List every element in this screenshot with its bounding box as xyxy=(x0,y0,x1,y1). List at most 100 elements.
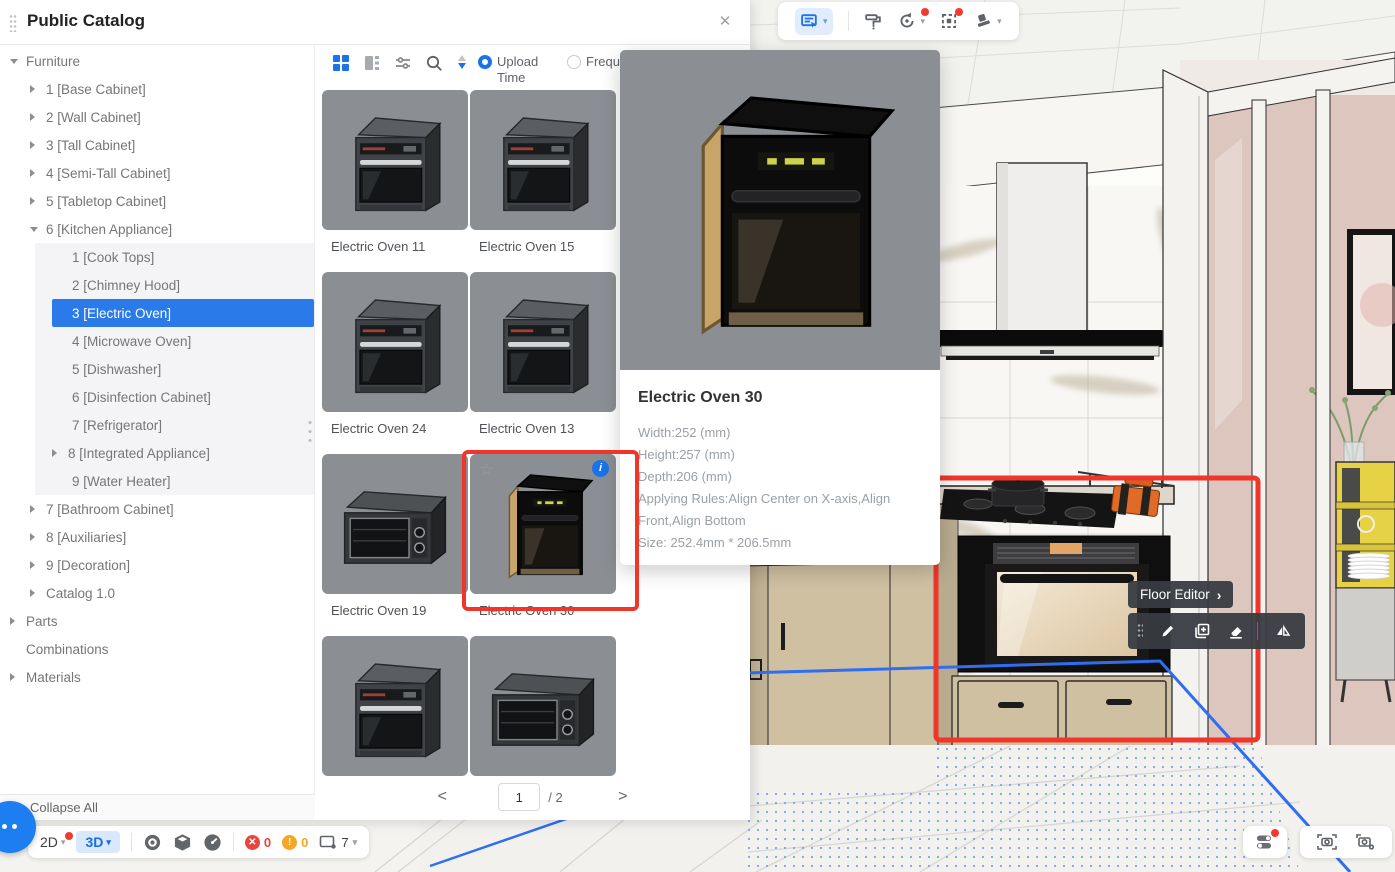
radio-selected-icon xyxy=(478,55,492,69)
kitchen-appliance-children: 1 [Cook Tops] 2 [Chimney Hood] 3 [Electr… xyxy=(35,243,314,495)
tree-item-kitchen-appliance[interactable]: 6 [Kitchen Appliance] xyxy=(0,215,314,243)
tree-item-bathroom-cabinet[interactable]: 7 [Bathroom Cabinet] xyxy=(0,495,314,523)
product-card[interactable]: Electric Oven 15 xyxy=(470,90,616,255)
tree-item-integrated-appliance[interactable]: 8 [Integrated Appliance] xyxy=(35,439,314,467)
detail-size: Size: 252.4mm * 206.5mm xyxy=(638,532,922,554)
pencil-edit-icon[interactable] xyxy=(1159,622,1177,640)
tree-item-wall-cabinet[interactable]: 2 [Wall Cabinet] xyxy=(0,103,314,131)
detail-title: Electric Oven 30 xyxy=(638,389,922,407)
view-counter[interactable]: 7 ▾ xyxy=(319,833,357,851)
pagination: < / 2 > xyxy=(315,780,750,814)
chevron-down-icon: ▾ xyxy=(106,837,111,848)
camera-view-icon[interactable] xyxy=(1316,832,1338,852)
region-select-button[interactable] xyxy=(939,11,959,31)
tree-item-chimney-hood[interactable]: 2 [Chimney Hood] xyxy=(35,271,314,299)
replace-model-button[interactable]: ▾ xyxy=(897,11,926,31)
panel-resize-handle[interactable] xyxy=(308,418,312,444)
mode-2d-button[interactable]: 2D ▾ xyxy=(40,834,65,850)
tree-item-dishwasher[interactable]: 5 [Dishwasher] xyxy=(35,355,314,383)
visibility-eye-icon[interactable] xyxy=(143,833,162,852)
tree-item-refrigerator[interactable]: 7 [Refrigerator] xyxy=(35,411,314,439)
catalog-panel-toggle-button[interactable]: ▾ xyxy=(795,8,833,35)
tree-item-auxiliaries[interactable]: 8 [Auxiliaries] xyxy=(0,523,314,551)
tree-item-electric-oven-selected[interactable]: 3 [Electric Oven] xyxy=(52,299,314,327)
tree-item-decoration[interactable]: 9 [Decoration] xyxy=(0,551,314,579)
tree-item-disinfection-cabinet[interactable]: 6 [Disinfection Cabinet] xyxy=(35,383,314,411)
flip-flatten-icon[interactable] xyxy=(1274,622,1292,640)
chevron-down-icon: ▾ xyxy=(921,16,926,27)
notification-dot xyxy=(65,832,73,840)
notification-dot xyxy=(921,8,929,16)
tree-item-materials[interactable]: Materials xyxy=(0,663,314,691)
tree-item-tall-cabinet[interactable]: 3 [Tall Cabinet] xyxy=(0,131,314,159)
screen-icon xyxy=(319,833,337,851)
product-preview-image xyxy=(620,50,940,370)
notification-dot xyxy=(1271,829,1279,837)
eraser-icon[interactable] xyxy=(1227,622,1245,640)
tree-item-cook-tops[interactable]: 1 [Cook Tops] xyxy=(35,243,314,271)
view-status-bar: 2D ▾ 3D ▾ ✕ 0 ! 0 7 ▾ xyxy=(28,826,369,858)
favorite-star-icon[interactable]: ☆ xyxy=(479,460,494,480)
paint-roller-button[interactable] xyxy=(864,12,883,31)
panel-header: Public Catalog ✕ xyxy=(0,0,750,45)
stove-oven-unit[interactable] xyxy=(938,472,1174,746)
range-hood[interactable] xyxy=(937,330,1163,360)
product-card[interactable]: Electric Oven 24 xyxy=(322,272,468,437)
close-icon[interactable]: ✕ xyxy=(714,11,736,33)
tree-item-tabletop-cabinet[interactable]: 5 [Tabletop Cabinet] xyxy=(0,187,314,215)
floor-edit-toolbar xyxy=(1128,613,1305,649)
tree-item-combinations[interactable]: Combinations xyxy=(0,635,314,663)
error-counter[interactable]: ✕ 0 xyxy=(245,835,271,850)
detail-width: Width:252 (mm) xyxy=(638,422,922,444)
drag-handle-icon[interactable] xyxy=(1137,623,1143,639)
warning-counter[interactable]: ! 0 xyxy=(282,835,308,850)
mode-3d-button[interactable]: 3D ▾ xyxy=(76,831,119,853)
detail-rules: Applying Rules:Align Center on X-axis,Al… xyxy=(638,488,922,532)
filter-sliders-icon[interactable] xyxy=(394,54,412,72)
sort-direction-icon[interactable] xyxy=(456,55,468,69)
search-icon[interactable] xyxy=(425,54,443,72)
product-card[interactable]: Electric Oven 11 xyxy=(322,90,468,255)
category-tree: Furniture 1 [Base Cabinet] 2 [Wall Cabin… xyxy=(0,45,315,795)
prev-page-button[interactable]: < xyxy=(430,788,454,806)
tree-item-microwave-oven[interactable]: 4 [Microwave Oven] xyxy=(35,327,314,355)
grid-view-icon[interactable] xyxy=(332,54,350,72)
floor-editor-button[interactable]: Floor Editor › xyxy=(1128,581,1233,608)
tree-item-furniture[interactable]: Furniture xyxy=(0,47,314,75)
add-layer-icon[interactable] xyxy=(1193,622,1211,640)
next-page-button[interactable]: > xyxy=(611,788,635,806)
product-card[interactable] xyxy=(470,636,616,801)
camera-bar xyxy=(1300,826,1392,858)
product-card[interactable]: Electric Oven 19 xyxy=(322,454,468,619)
product-card[interactable]: Electric Oven 13 xyxy=(470,272,616,437)
detail-height: Height:257 (mm) xyxy=(638,444,922,466)
camera-settings-icon[interactable] xyxy=(1354,832,1376,852)
product-detail-card: Electric Oven 30 Width:252 (mm) Height:2… xyxy=(620,50,940,565)
3d-cube-icon[interactable] xyxy=(173,833,192,852)
page-input[interactable] xyxy=(498,783,540,811)
stamp-tool-button[interactable]: ▾ xyxy=(973,11,1002,31)
drag-handle-icon[interactable] xyxy=(9,14,17,32)
product-card-electric-oven-30[interactable]: ☆ i Electric Oven 30 xyxy=(470,454,616,619)
chevron-down-icon: ▾ xyxy=(823,16,828,27)
performance-gauge-icon[interactable] xyxy=(203,833,222,852)
hood-duct[interactable] xyxy=(997,163,1087,335)
chevron-down-icon: ▾ xyxy=(997,16,1002,27)
chevron-right-icon: › xyxy=(1217,587,1222,603)
tree-item-catalog-1-0[interactable]: Catalog 1.0 xyxy=(0,579,314,607)
tree-item-semi-tall-cabinet[interactable]: 4 [Semi-Tall Cabinet] xyxy=(0,159,314,187)
collapse-all-button[interactable]: Collapse All xyxy=(0,794,315,820)
tree-item-parts[interactable]: Parts xyxy=(0,607,314,635)
error-icon: ✕ xyxy=(245,835,260,850)
panel-title: Public Catalog xyxy=(27,11,145,31)
sort-upload-time-radio[interactable]: Upload Time xyxy=(478,54,549,86)
chevron-down-icon: ▾ xyxy=(353,837,358,848)
yellow-shelf xyxy=(1336,462,1395,588)
tree-item-base-cabinet[interactable]: 1 [Base Cabinet] xyxy=(0,75,314,103)
tree-item-water-heater[interactable]: 9 [Water Heater] xyxy=(35,467,314,495)
display-settings-button[interactable] xyxy=(1243,826,1287,858)
product-card[interactable] xyxy=(322,636,468,801)
list-view-icon[interactable] xyxy=(363,54,381,72)
detail-depth: Depth:206 (mm) xyxy=(638,466,922,488)
info-icon[interactable]: i xyxy=(592,460,609,477)
